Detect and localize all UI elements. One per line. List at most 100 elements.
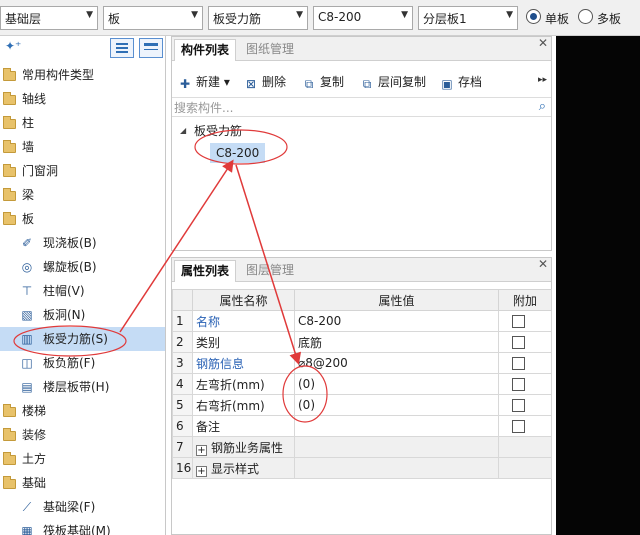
extra-cell — [498, 373, 552, 395]
tree-folder-stairs[interactable]: 楼梯 — [0, 399, 165, 423]
tree-folder-axis[interactable]: 轴线 — [0, 87, 165, 111]
search-icon[interactable]: ⌕ — [539, 99, 546, 114]
table-row-group[interactable]: 16 + 显示样式 — [172, 457, 552, 479]
folder-icon — [3, 164, 16, 177]
component-tree-parent[interactable]: ◢ 板受力筋 — [172, 121, 292, 141]
tree-folder-wall[interactable]: 墙 — [0, 135, 165, 159]
spiral-slab-icon: ◎ — [21, 260, 33, 274]
sparkle-icon[interactable]: ✦⁺ — [5, 39, 21, 53]
more-chevron-icon[interactable]: ▸▸ — [538, 75, 547, 85]
floor-copy-icon: ⧉ — [362, 77, 372, 91]
tree-folder-decoration[interactable]: 装修 — [0, 423, 165, 447]
tree-item-cast-slab[interactable]: ✐ 现浇板(B) — [0, 231, 165, 255]
tree-folder-common[interactable]: 常用构件类型 — [0, 63, 165, 87]
search-input[interactable] — [174, 99, 524, 116]
property-name: 备注 — [192, 415, 295, 437]
delete-icon: ⊠ — [245, 77, 257, 91]
close-icon[interactable]: ✕ — [538, 36, 548, 50]
cast-slab-icon: ✐ — [21, 236, 33, 250]
tab-property-list[interactable]: 属性列表 — [174, 260, 237, 282]
tree-folder-foundation[interactable]: 基础 — [0, 471, 165, 495]
copy-button[interactable]: ⧉ 复制 — [302, 71, 344, 93]
tree-item-foundation-beam[interactable]: ⟋ 基础梁(F) — [0, 495, 165, 519]
table-row[interactable]: 6 备注 — [172, 415, 552, 437]
row-number: 4 — [172, 373, 193, 395]
table-row[interactable]: 3 钢筋信息 ⌀8@200 — [172, 352, 552, 374]
table-row[interactable]: 2 类别 底筋 — [172, 331, 552, 353]
table-row[interactable]: 5 右弯折(mm) (0) — [172, 394, 552, 416]
component-select[interactable]: C8-200 ▼ — [313, 6, 413, 30]
chevron-down-icon: ▼ — [86, 10, 93, 20]
tree-folder-earthwork[interactable]: 土方 — [0, 447, 165, 471]
tree-folder-openings[interactable]: 门窗洞 — [0, 159, 165, 183]
table-row[interactable]: 1 名称 C8-200 — [172, 310, 552, 332]
property-group-name: + 显示样式 — [192, 457, 295, 479]
extra-checkbox[interactable] — [512, 336, 525, 349]
property-name: 名称 — [192, 310, 295, 332]
category-select[interactable]: 板 ▼ — [103, 6, 203, 30]
property-value[interactable]: C8-200 — [294, 310, 499, 332]
tree-item-label: 楼层板带(H) — [43, 380, 110, 394]
extra-checkbox[interactable] — [512, 399, 525, 412]
list-view-button[interactable] — [110, 38, 134, 58]
tree-item-label: 墙 — [22, 140, 35, 154]
tree-item-label: 土方 — [22, 452, 47, 466]
expand-plus-icon[interactable]: + — [196, 444, 207, 456]
property-name: 右弯折(mm) — [192, 394, 295, 416]
table-row[interactable]: 4 左弯折(mm) (0) — [172, 373, 552, 395]
property-value[interactable]: (0) — [294, 394, 499, 416]
property-value[interactable]: (0) — [294, 373, 499, 395]
tree-item-label: 板洞(N) — [43, 308, 86, 322]
archive-button[interactable]: ▣ 存档 — [440, 71, 482, 93]
tree-folder-beam[interactable]: 梁 — [0, 183, 165, 207]
extra-checkbox[interactable] — [512, 315, 525, 328]
tree-item-label: 筏板基础(M) — [43, 524, 111, 535]
extra-checkbox[interactable] — [512, 378, 525, 391]
tree-item-spiral-slab[interactable]: ◎ 螺旋板(B) — [0, 255, 165, 279]
property-value[interactable]: ⌀8@200 — [294, 352, 499, 374]
tab-drawing-management[interactable]: 图纸管理 — [240, 39, 300, 61]
component-tree-child[interactable]: C8-200 — [210, 143, 266, 163]
layer-select[interactable]: 分层板1 ▼ — [418, 6, 518, 30]
single-slab-label: 单板 — [545, 12, 570, 26]
floor-select[interactable]: 基础层 ▼ — [0, 6, 98, 30]
property-value[interactable] — [294, 415, 499, 437]
layer-select-value: 分层板1 — [423, 12, 467, 26]
tree-item-slab-hole[interactable]: ▧ 板洞(N) — [0, 303, 165, 327]
property-value — [294, 436, 499, 458]
component-type-select[interactable]: 板受力筋 ▼ — [208, 6, 308, 30]
drawing-canvas[interactable] — [556, 36, 640, 535]
tab-component-list[interactable]: 构件列表 — [174, 39, 237, 61]
row-number: 2 — [172, 331, 193, 353]
tree-item-raft-foundation[interactable]: ▦ 筏板基础(M) — [0, 519, 165, 535]
property-value — [294, 457, 499, 479]
new-button[interactable]: ✚ 新建 ▾ — [178, 71, 230, 93]
tree-item-column-cap[interactable]: ⊤ 柱帽(V) — [0, 279, 165, 303]
delete-button[interactable]: ⊠ 删除 — [244, 71, 286, 93]
tree-item-floor-band[interactable]: ▤ 楼层板带(H) — [0, 375, 165, 399]
floor-copy-button[interactable]: ⧉ 层间复制 — [360, 71, 426, 93]
single-slab-radio[interactable] — [526, 9, 541, 24]
folder-icon — [3, 68, 16, 81]
component-toolbar: ✚ 新建 ▾ ⊠ 删除 ⧉ 复制 ⧉ 层间复制 ▣ 存档 — [172, 71, 551, 93]
folder-icon — [3, 404, 16, 417]
extra-cell — [498, 415, 552, 437]
folder-icon — [3, 116, 16, 129]
property-value[interactable]: 底筋 — [294, 331, 499, 353]
tab-layer-management[interactable]: 图层管理 — [240, 260, 300, 282]
row-number: 1 — [172, 310, 193, 332]
tree-item-label: 柱帽(V) — [43, 284, 85, 298]
tree-item-label: 现浇板(B) — [43, 236, 97, 250]
tree-folder-slab[interactable]: 板 — [0, 207, 165, 231]
expand-plus-icon[interactable]: + — [196, 465, 207, 477]
extra-checkbox[interactable] — [512, 420, 525, 433]
component-list-panel: 构件列表 图纸管理 ✕ ✚新建 ▾ ⊠删除 ⧉复制 ⧉层间复制 ▣存档 ▸▸ ⌕… — [171, 36, 552, 251]
close-icon[interactable]: ✕ — [538, 257, 548, 271]
tree-folder-column[interactable]: 柱 — [0, 111, 165, 135]
extra-checkbox[interactable] — [512, 357, 525, 370]
panel-view-button[interactable] — [139, 38, 163, 58]
multi-slab-radio[interactable] — [578, 9, 593, 24]
tree-item-negative-rebar[interactable]: ◫ 板负筋(F) — [0, 351, 165, 375]
table-row-group[interactable]: 7 + 钢筋业务属性 — [172, 436, 552, 458]
tree-item-slab-rebar[interactable]: ▥ 板受力筋(S) — [0, 327, 165, 351]
